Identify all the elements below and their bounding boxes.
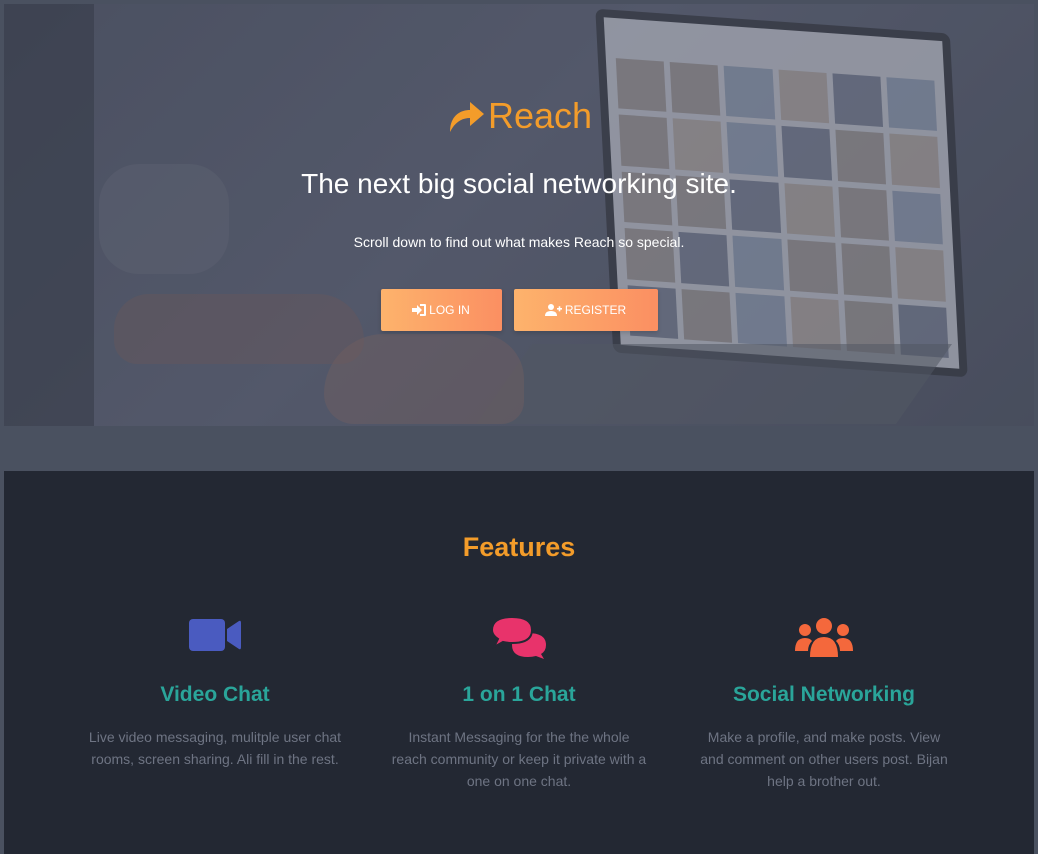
sign-in-icon: [412, 304, 427, 316]
brand-name: Reach: [487, 95, 593, 136]
register-label: REGISTER: [564, 303, 627, 317]
users-group-icon: [795, 618, 853, 657]
login-button[interactable]: LOG IN: [380, 289, 502, 331]
feature-video-chat: Video Chat Live video messaging, mulitpl…: [75, 617, 355, 770]
feature-title: Video Chat: [160, 683, 270, 706]
features-section: Features Video Chat Live video messaging…: [4, 471, 1034, 854]
feature-description: Make a profile, and make posts. View and…: [700, 729, 948, 789]
hero-content: Reach The next big social networking sit…: [4, 4, 1034, 426]
hero-section: Reach The next big social networking sit…: [4, 4, 1034, 426]
chat-bubbles-icon: [492, 617, 546, 659]
register-button[interactable]: REGISTER: [513, 289, 658, 331]
video-camera-icon: [189, 619, 241, 651]
user-plus-icon: [544, 304, 562, 316]
section-divider: [0, 426, 1038, 471]
feature-description: Instant Messaging for the the whole reac…: [391, 729, 647, 789]
feature-social-networking: Social Networking Make a profile, and ma…: [684, 617, 964, 792]
login-label: LOG IN: [429, 303, 470, 317]
features-title: Features: [462, 532, 576, 562]
feature-one-on-one-chat: 1 on 1 Chat Instant Messaging for the th…: [379, 617, 659, 792]
share-arrow-icon: [449, 102, 484, 132]
hero-tagline: The next big social networking site.: [301, 168, 737, 199]
feature-description: Live video messaging, mulitple user chat…: [88, 729, 342, 767]
hero-buttons: LOG IN REGISTER: [4, 289, 1034, 331]
feature-title: 1 on 1 Chat: [462, 683, 576, 706]
hero-subline: Scroll down to find out what makes Reach…: [353, 234, 685, 250]
brand-logo[interactable]: Reach: [4, 96, 1034, 136]
feature-title: Social Networking: [732, 683, 916, 706]
landing-page: Reach The next big social networking sit…: [0, 0, 1038, 854]
